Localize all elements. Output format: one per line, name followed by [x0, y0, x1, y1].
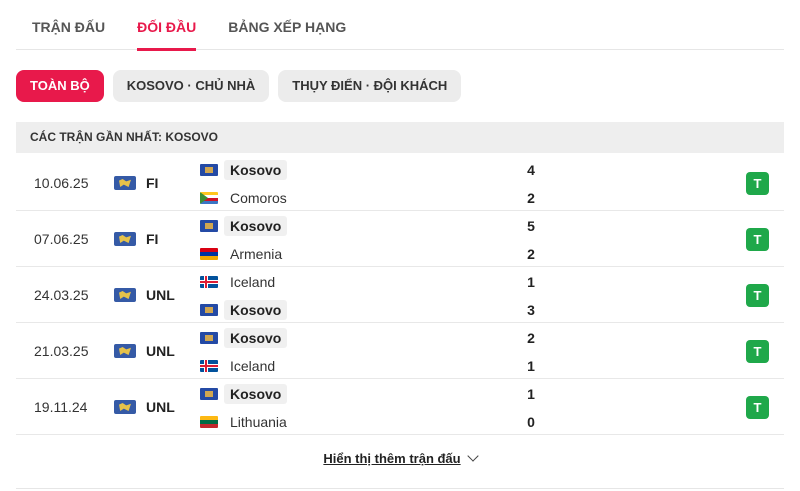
away-team: Iceland: [200, 356, 281, 376]
home-team-name: Kosovo: [224, 384, 288, 404]
home-team-name: Iceland: [230, 274, 276, 290]
show-more-link[interactable]: Hiển thị thêm trận đấu: [323, 451, 460, 466]
competition-icon: [114, 176, 136, 190]
kosovo-flag-icon: [200, 332, 218, 344]
home-team-name: Kosovo: [224, 160, 288, 180]
home-score: 1: [527, 274, 535, 290]
away-team: Kosovo: [200, 300, 288, 320]
home-score: 4: [527, 162, 535, 178]
match-date: 19.11.24: [34, 399, 88, 415]
filter-home-button[interactable]: KOSOVO · CHỦ NHÀ: [112, 70, 270, 102]
home-team: Kosovo: [200, 384, 288, 404]
lithuania-flag-icon: [200, 416, 218, 428]
away-team: Comoros: [200, 188, 293, 208]
result-badge[interactable]: T: [746, 228, 769, 251]
away-team-name: Armenia: [230, 246, 283, 262]
iceland-flag-icon: [200, 360, 218, 372]
home-score: 5: [527, 218, 535, 234]
competition-label: UNL: [146, 343, 175, 359]
away-team-name: Iceland: [230, 358, 276, 374]
tab-standings[interactable]: BẢNG XẾP HẠNG: [228, 0, 346, 50]
iceland-flag-icon: [200, 276, 218, 288]
match-date: 21.03.25: [34, 343, 89, 359]
show-more-row: Hiển thị thêm trận đấu: [0, 450, 800, 468]
filter-all-button[interactable]: TOÀN BỘ: [16, 70, 104, 102]
away-score: 1: [527, 358, 535, 374]
competition-label: FI: [146, 231, 159, 247]
filter-away-button[interactable]: THỤY ĐIỂN · ĐỘI KHÁCH: [278, 70, 462, 102]
home-team-name: Kosovo: [224, 216, 288, 236]
tab-head-to-head[interactable]: ĐỐI ĐẦU: [137, 0, 197, 51]
away-score: 2: [527, 190, 535, 206]
home-team: Kosovo: [200, 216, 288, 236]
away-team: Armenia: [200, 244, 288, 264]
competition-icon: [114, 344, 136, 358]
match-row[interactable]: 10.06.25 FI Kosovo Comoros 4 2 T: [16, 155, 784, 211]
away-score: 3: [527, 302, 535, 318]
competition-icon: [114, 232, 136, 246]
home-team: Iceland: [200, 272, 281, 292]
tab-matches[interactable]: TRẬN ĐẤU: [32, 0, 105, 50]
away-team: Lithuania: [200, 412, 293, 432]
competition-icon: [114, 400, 136, 414]
match-row[interactable]: 07.06.25 FI Kosovo Armenia 5 2 T: [16, 211, 784, 267]
filter-bar: TOÀN BỘ KOSOVO · CHỦ NHÀ THỤY ĐIỂN · ĐỘI…: [16, 70, 462, 102]
home-score: 2: [527, 330, 535, 346]
kosovo-flag-icon: [200, 388, 218, 400]
competition-label: UNL: [146, 287, 175, 303]
kosovo-flag-icon: [200, 220, 218, 232]
armenia-flag-icon: [200, 248, 218, 260]
divider: [16, 488, 784, 489]
home-team: Kosovo: [200, 160, 288, 180]
result-badge[interactable]: T: [746, 172, 769, 195]
home-score: 1: [527, 386, 535, 402]
match-row[interactable]: 24.03.25 UNL Iceland Kosovo 1 3 T: [16, 267, 784, 323]
away-team-name: Kosovo: [224, 300, 288, 320]
away-score: 0: [527, 414, 535, 430]
comoros-flag-icon: [200, 192, 218, 204]
result-badge[interactable]: T: [746, 396, 769, 419]
match-row[interactable]: 19.11.24 UNL Kosovo Lithuania 1 0 T: [16, 379, 784, 435]
away-team-name: Lithuania: [230, 414, 287, 430]
competition-icon: [114, 288, 136, 302]
kosovo-flag-icon: [200, 164, 218, 176]
competition-label: FI: [146, 175, 159, 191]
result-badge[interactable]: T: [746, 284, 769, 307]
match-date: 24.03.25: [34, 287, 89, 303]
away-team-name: Comoros: [230, 190, 287, 206]
chevron-down-icon[interactable]: [466, 450, 479, 462]
result-badge[interactable]: T: [746, 340, 769, 363]
home-team-name: Kosovo: [224, 328, 288, 348]
section-title: CÁC TRẬN GẦN NHẤT: KOSOVO: [16, 122, 784, 153]
home-team: Kosovo: [200, 328, 288, 348]
away-score: 2: [527, 246, 535, 262]
match-date: 07.06.25: [34, 231, 89, 247]
match-row[interactable]: 21.03.25 UNL Kosovo Iceland 2 1 T: [16, 323, 784, 379]
match-date: 10.06.25: [34, 175, 89, 191]
competition-label: UNL: [146, 399, 175, 415]
tab-bar: TRẬN ĐẤU ĐỐI ĐẦU BẢNG XẾP HẠNG: [16, 0, 784, 51]
kosovo-flag-icon: [200, 304, 218, 316]
